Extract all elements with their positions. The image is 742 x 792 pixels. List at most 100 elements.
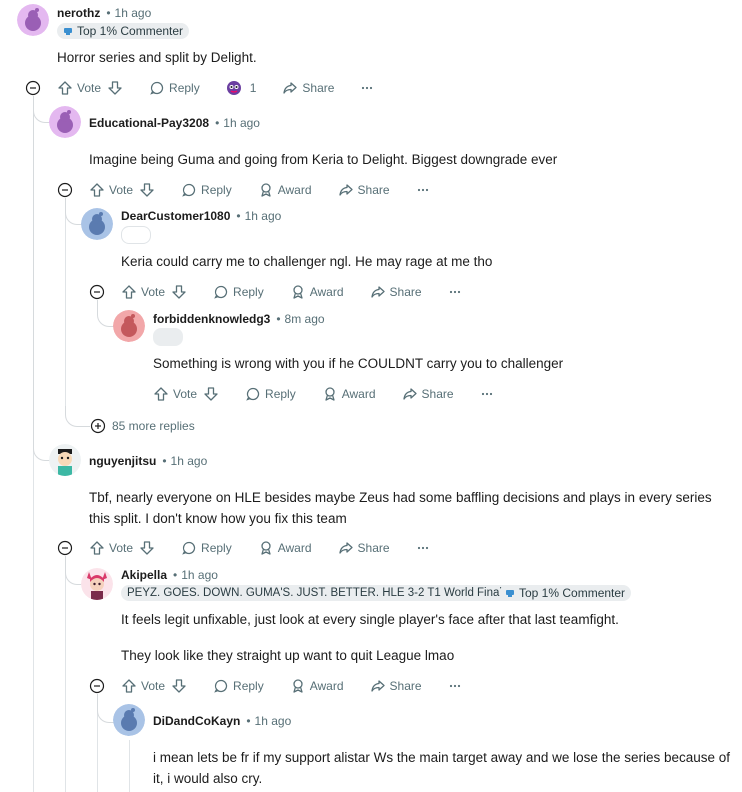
upvote-button[interactable]: Vote [57, 80, 101, 96]
share-button[interactable]: Share [370, 284, 422, 300]
award-label: Award [277, 183, 312, 197]
share-button[interactable]: Share [338, 540, 390, 556]
award-button[interactable]: Award [290, 678, 344, 694]
upvote-button[interactable]: Vote [89, 182, 133, 198]
comment-meta: Akipella • 1h ago [121, 566, 218, 584]
share-button[interactable]: Share [282, 80, 334, 96]
timestamp[interactable]: 1h ago [223, 116, 260, 130]
award-ribbon-icon [261, 183, 271, 197]
award-button[interactable]: Award [258, 182, 312, 198]
award-ribbon-icon [293, 679, 303, 693]
upvote-button[interactable]: Vote [153, 386, 197, 402]
timestamp[interactable]: 1h ago [255, 714, 292, 728]
comment-actions: Vote Reply Award Share [89, 536, 434, 560]
reply-button[interactable]: Reply [245, 386, 296, 402]
thread-curve [65, 198, 82, 225]
vote-label: Vote [77, 81, 102, 95]
upvote-button[interactable]: Vote [121, 678, 165, 694]
avatar[interactable] [49, 444, 81, 476]
username[interactable]: DiDandCoKayn [153, 714, 240, 728]
comment-body: i mean lets be fr if my support alistar … [153, 750, 731, 786]
upvote-button[interactable]: Vote [89, 540, 133, 556]
avatar[interactable] [113, 310, 145, 342]
username[interactable]: nguyenjitsu [89, 454, 156, 468]
share-arrow-icon [370, 680, 385, 692]
username[interactable]: forbiddenknowledg3 [153, 312, 270, 326]
collapse-thread-button[interactable] [57, 182, 73, 198]
collapse-thread-button[interactable] [89, 284, 105, 300]
share-arrow-icon [338, 184, 353, 196]
speech-bubble-icon [182, 541, 196, 555]
award-ribbon-icon [325, 387, 335, 401]
downvote-button[interactable] [171, 284, 191, 300]
avatar[interactable] [17, 4, 49, 36]
separator-dot: • [173, 568, 178, 582]
reply-button[interactable]: Reply [213, 284, 264, 300]
downvote-button[interactable] [203, 386, 223, 402]
collapse-thread-button[interactable] [25, 80, 41, 96]
username[interactable]: Akipella [121, 568, 167, 582]
share-label: Share [389, 679, 422, 693]
avatar[interactable] [81, 208, 113, 240]
separator-dot: • [162, 454, 167, 468]
comment-meta: Educational-Pay3208 • 1h ago [89, 114, 260, 132]
award-button[interactable]: Award [322, 386, 376, 402]
comment-meta: nguyenjitsu • 1h ago [89, 452, 207, 470]
downvote-button[interactable] [139, 540, 159, 556]
timestamp[interactable]: 1h ago [115, 6, 152, 20]
award-button[interactable]: Award [258, 540, 312, 556]
collapse-thread-button[interactable] [57, 540, 73, 556]
share-arrow-icon [283, 82, 298, 94]
more-options-button[interactable] [448, 679, 466, 693]
ellipsis-icon [481, 392, 492, 396]
award-button[interactable]: Award [290, 284, 344, 300]
avatar[interactable] [113, 704, 145, 736]
timestamp[interactable]: 1h ago [245, 209, 282, 223]
more-options-button[interactable] [416, 183, 434, 197]
reply-button[interactable]: Reply [149, 80, 200, 96]
award-button[interactable]: 1 [226, 80, 256, 96]
collapse-thread-button[interactable] [89, 678, 105, 694]
reply-label: Reply [265, 387, 296, 401]
downvote-button[interactable] [107, 80, 127, 96]
avatar[interactable] [49, 106, 81, 138]
username[interactable]: nerothz [57, 6, 100, 20]
more-options-button[interactable] [448, 285, 466, 299]
more-options-button[interactable] [416, 541, 434, 555]
more-options-button[interactable] [360, 81, 378, 95]
share-button[interactable]: Share [370, 678, 422, 694]
more-replies-button[interactable]: 85 more replies [90, 418, 195, 434]
avatar[interactable] [81, 568, 113, 600]
comment-body: Imagine being Guma and going from Keria … [89, 152, 558, 167]
reply-button[interactable]: Reply [213, 678, 264, 694]
plus-circle-icon [90, 418, 106, 434]
upvote-arrow-icon [122, 285, 136, 299]
minus-circle-icon [57, 540, 73, 556]
reply-button[interactable]: Reply [181, 182, 232, 198]
timestamp[interactable]: 1h ago [171, 454, 208, 468]
downvote-button[interactable] [171, 678, 191, 694]
share-button[interactable]: Share [338, 182, 390, 198]
thread-curve [65, 556, 82, 585]
award-label: Award [309, 679, 344, 693]
timestamp[interactable]: 1h ago [181, 568, 218, 582]
downvote-arrow-icon [204, 387, 218, 401]
speech-bubble-icon [150, 81, 164, 95]
reply-button[interactable]: Reply [181, 540, 232, 556]
upvote-arrow-icon [58, 81, 72, 95]
username[interactable]: DearCustomer1080 [121, 209, 230, 223]
separator-dot: • [236, 209, 241, 223]
share-button[interactable]: Share [402, 386, 454, 402]
username[interactable]: Educational-Pay3208 [89, 116, 209, 130]
user-flair: PEYZ. GOES. DOWN. GUMA'S. JUST. BETTER. … [121, 585, 514, 601]
downvote-button[interactable] [139, 182, 159, 198]
upvote-button[interactable]: Vote [121, 284, 165, 300]
ellipsis-icon [417, 546, 428, 550]
more-options-button[interactable] [480, 387, 498, 401]
comment-body: It feels legit unfixable, just look at e… [121, 612, 619, 627]
timestamp[interactable]: 8m ago [285, 312, 325, 326]
vote-label: Vote [109, 541, 134, 555]
ellipsis-icon [449, 290, 460, 294]
minus-circle-icon [89, 284, 105, 300]
comment-body: Horror series and split by Delight. [57, 50, 257, 65]
